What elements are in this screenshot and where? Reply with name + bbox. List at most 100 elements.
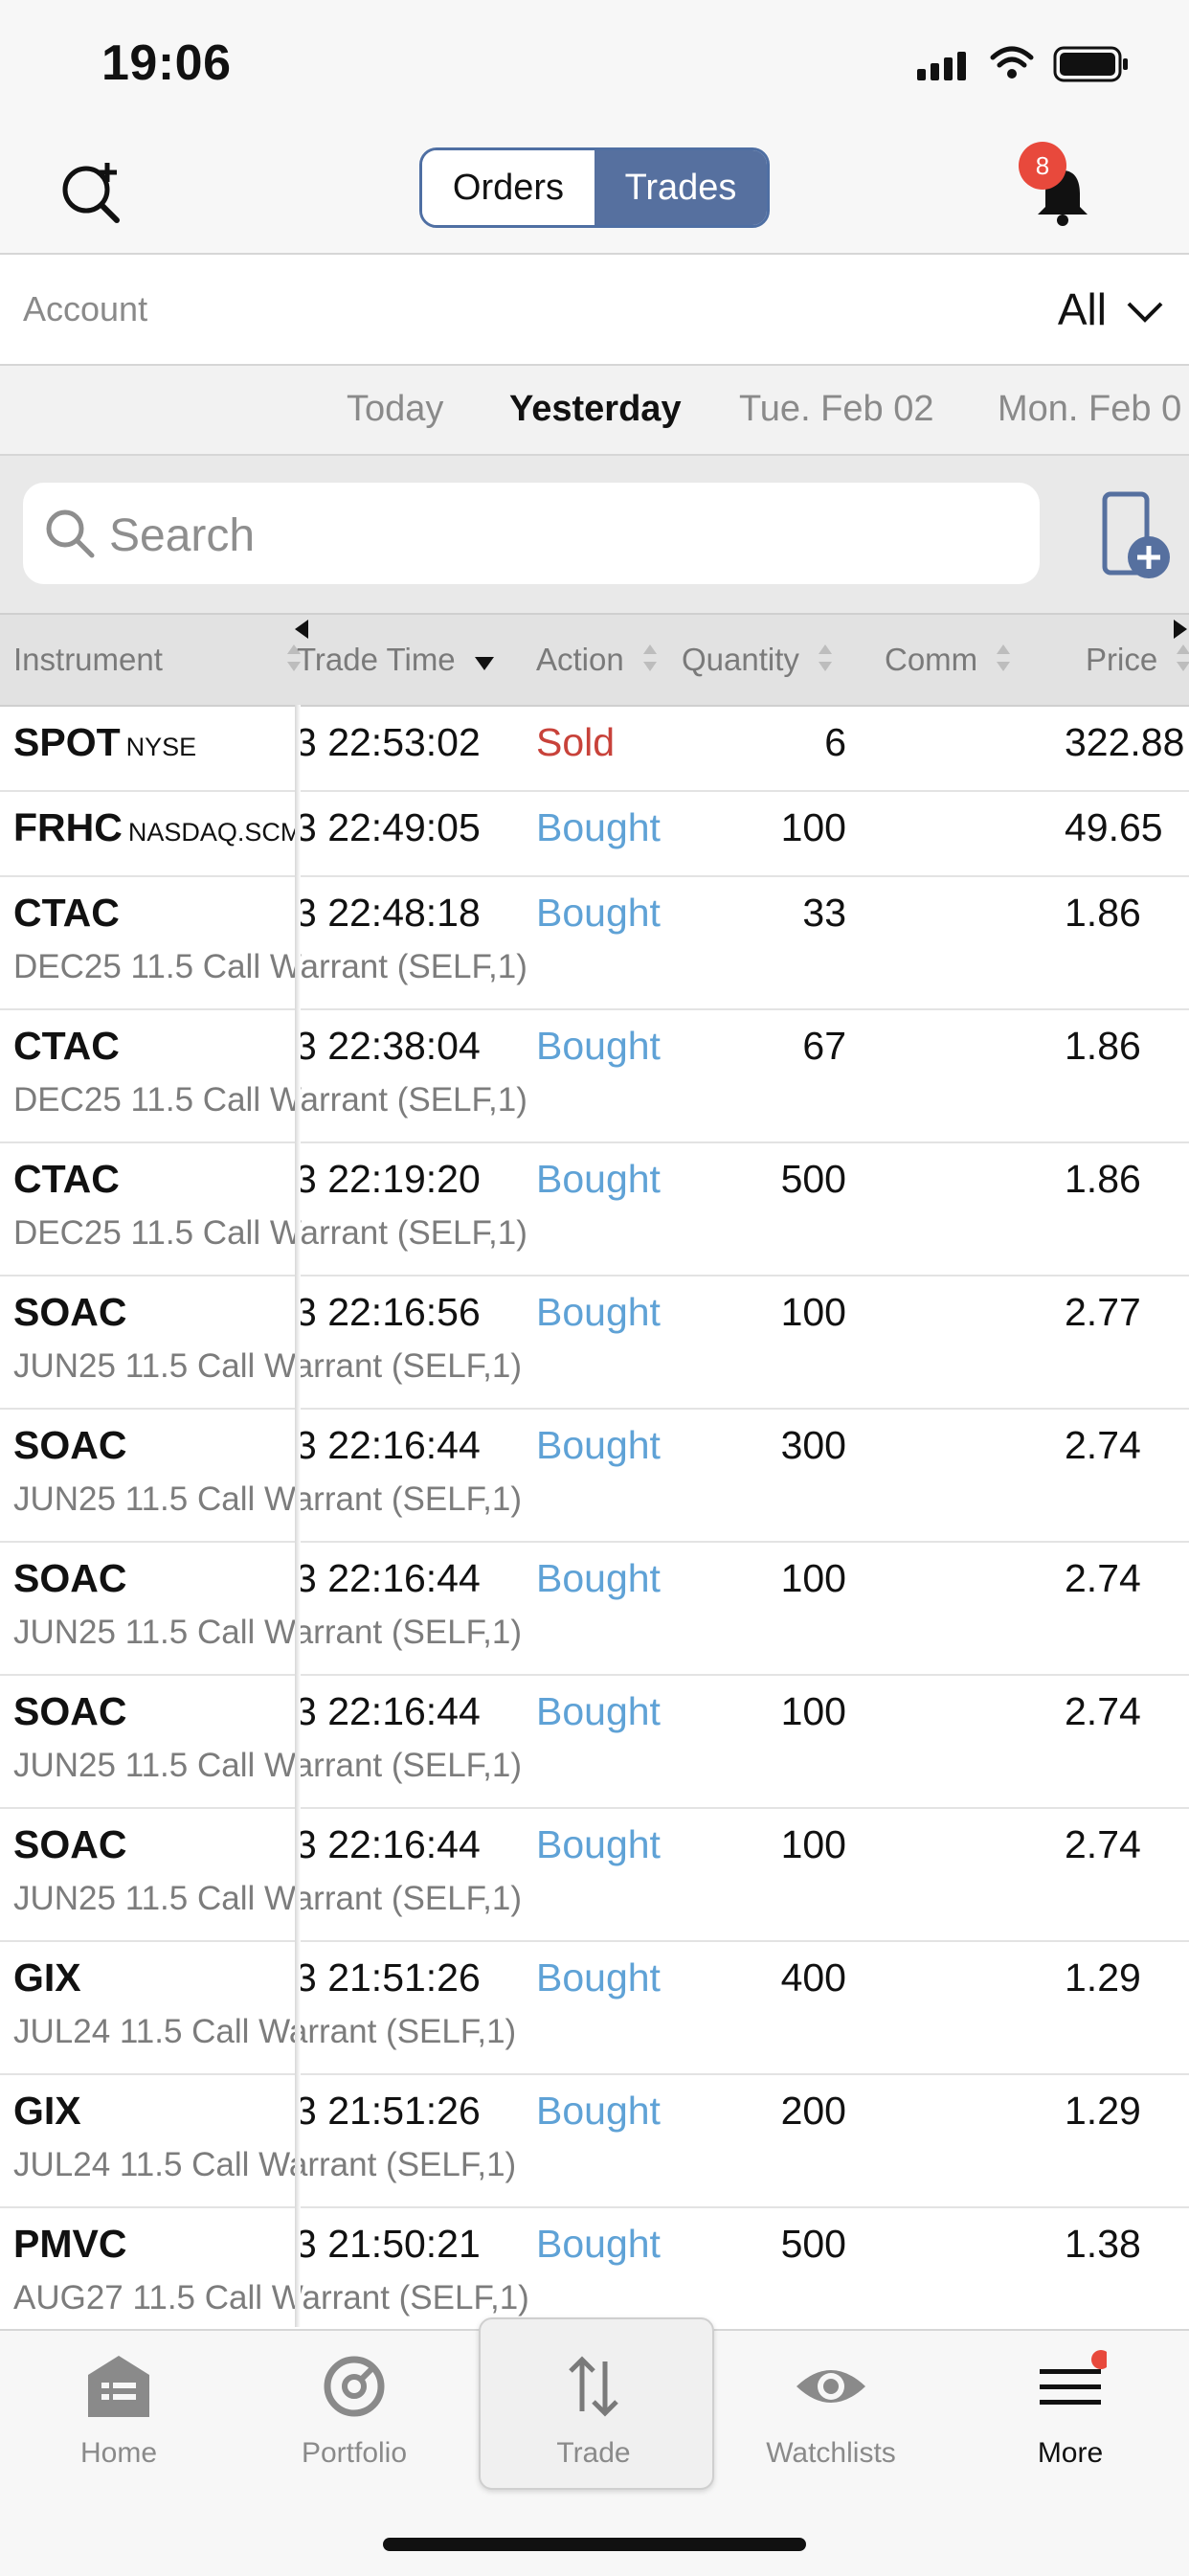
tab-trade[interactable]: Trade (498, 2350, 689, 2470)
date-tab-today[interactable]: Today (347, 389, 443, 430)
symbol-text: SPOT (13, 720, 121, 764)
trades-tab[interactable]: Trades (594, 150, 767, 225)
col-instrument[interactable]: Instrument (13, 642, 302, 681)
search-input[interactable]: Search (23, 483, 1040, 584)
instrument-description: DEC25 11.5 Call Warrant (SELF,1) (13, 1214, 527, 1252)
trade-row[interactable]: SOAC JUN25 11.5 Call Warrant (SELF,1) 3 22… (0, 1809, 1189, 1942)
trade-price: 1.86 (1065, 1157, 1141, 1201)
trade-row[interactable]: FRHC NASDAQ.SCM 3 22:49:05 Bought 100 49.65 (0, 792, 1189, 877)
top-header: Orders Trades (0, 130, 1189, 255)
home-indicator (383, 2538, 806, 2551)
trade-quantity: 100 (780, 805, 846, 849)
date-tab-yesterday[interactable]: Yesterday (509, 389, 682, 430)
trade-price: 2.74 (1065, 1556, 1141, 1600)
trade-quantity: 500 (780, 1157, 846, 1201)
symbol-text: GIX (13, 2089, 81, 2133)
status-time: 19:06 (101, 35, 232, 91)
col-trade-time[interactable]: Trade Time (297, 642, 495, 680)
trade-quantity: 100 (780, 1556, 846, 1600)
account-selector[interactable]: Account All (0, 255, 1189, 366)
tab-watchlists[interactable]: Watchlists (735, 2350, 927, 2470)
trade-time: 3 22:49:05 (295, 805, 481, 849)
home-icon (82, 2356, 155, 2427)
trade-time: 3 21:51:26 (295, 1955, 481, 2000)
trade-row[interactable]: SOAC JUN25 11.5 Call Warrant (SELF,1) 3 22… (0, 1277, 1189, 1410)
instrument-symbol: GIX (13, 1955, 81, 2000)
orders-trades-toggle[interactable]: Orders Trades (419, 147, 770, 228)
trade-quantity: 33 (802, 891, 846, 935)
col-trade-time-label: Trade Time (297, 642, 456, 677)
trade-price: 2.74 (1065, 1423, 1141, 1467)
tab-portfolio[interactable]: Portfolio (258, 2350, 450, 2470)
trade-quantity: 500 (780, 2222, 846, 2266)
tab-more[interactable]: More (975, 2350, 1166, 2470)
trade-quantity: 6 (824, 720, 846, 764)
trade-action: Sold (536, 720, 616, 764)
symbol-text: SOAC (13, 1423, 127, 1467)
trade-quantity: 200 (780, 2089, 846, 2133)
trade-row[interactable]: CTAC DEC25 11.5 Call Warrant (SELF,1) 3 22… (0, 877, 1189, 1010)
trade-action: Bought (536, 1024, 661, 1068)
instrument-description: JUN25 11.5 Call Warrant (SELF,1) (13, 1480, 523, 1518)
trade-time: 3 22:53:02 (295, 720, 481, 764)
trade-row[interactable]: CTAC DEC25 11.5 Call Warrant (SELF,1) 3 22… (0, 1143, 1189, 1277)
trade-price: 2.77 (1065, 1290, 1141, 1334)
col-action[interactable]: Action (536, 642, 658, 681)
add-device-icon[interactable] (1101, 490, 1174, 587)
symbol-text: PMVC (13, 2222, 127, 2266)
symbol-text: CTAC (13, 1024, 120, 1068)
instrument-symbol: FRHC NASDAQ.SCM (13, 805, 302, 850)
trade-row[interactable]: SOAC JUN25 11.5 Call Warrant (SELF,1) 3 22… (0, 1676, 1189, 1809)
trade-time: 3 22:19:20 (295, 1157, 481, 1201)
account-value[interactable]: All (1058, 283, 1164, 335)
trade-row[interactable]: GIX JUL24 11.5 Call Warrant (SELF,1) 3 21:… (0, 1942, 1189, 2075)
trade-row[interactable]: CTAC DEC25 11.5 Call Warrant (SELF,1) 3 22… (0, 1010, 1189, 1143)
col-comm[interactable]: Comm (885, 642, 1011, 681)
tab-home[interactable]: Home (23, 2350, 214, 2470)
trade-quantity: 100 (780, 1290, 846, 1334)
chevron-down-icon (1126, 283, 1164, 335)
trade-price: 1.86 (1065, 891, 1141, 935)
trade-time: 3 22:38:04 (295, 1024, 481, 1068)
trade-time: 3 22:48:18 (295, 891, 481, 935)
orders-tab[interactable]: Orders (422, 150, 594, 225)
instrument-description: JUN25 11.5 Call Warrant (SELF,1) (13, 1880, 523, 1917)
trade-time: 3 22:16:56 (295, 1290, 481, 1334)
tab-trade-label: Trade (556, 2437, 631, 2469)
trade-time: 3 21:50:21 (295, 2222, 481, 2266)
scroll-left-icon[interactable] (293, 619, 310, 644)
portfolio-icon (318, 2356, 391, 2427)
trade-action: Bought (536, 805, 661, 849)
column-header-row: Instrument Trade Time Action Quantity Co… (0, 613, 1189, 707)
col-price[interactable]: Price (1086, 642, 1189, 681)
trade-row[interactable]: GIX JUL24 11.5 Call Warrant (SELF,1) 3 21:… (0, 2075, 1189, 2208)
date-tab-feb01[interactable]: Mon. Feb 0 (998, 389, 1181, 430)
add-search-icon[interactable] (57, 157, 126, 231)
tab-watchlists-label: Watchlists (766, 2437, 896, 2469)
search-icon (44, 508, 96, 564)
instrument-symbol: SOAC (13, 1689, 126, 1734)
instrument-description: JUN25 11.5 Call Warrant (SELF,1) (13, 1747, 523, 1784)
exchange-text: NASDAQ.SCM (127, 818, 303, 847)
trade-quantity: 67 (802, 1024, 846, 1068)
scroll-right-icon[interactable] (1172, 619, 1189, 644)
trade-price: 1.38 (1065, 2222, 1141, 2266)
trade-action: Bought (536, 891, 661, 935)
symbol-text: SOAC (13, 1556, 127, 1600)
trade-action: Bought (536, 1822, 661, 1866)
date-tab-feb02[interactable]: Tue. Feb 02 (739, 389, 934, 430)
trade-row[interactable]: SOAC JUN25 11.5 Call Warrant (SELF,1) 3 22… (0, 1543, 1189, 1676)
trade-time: 3 22:16:44 (295, 1423, 481, 1467)
symbol-text: CTAC (13, 1157, 120, 1201)
trade-time: 3 22:16:44 (295, 1556, 481, 1600)
sort-icon (818, 643, 833, 681)
trade-row[interactable]: SPOT NYSE 3 22:53:02 Sold 6 322.88 (0, 707, 1189, 792)
col-instrument-label: Instrument (13, 642, 163, 677)
trade-quantity: 100 (780, 1822, 846, 1866)
trade-time: 3 22:16:44 (295, 1689, 481, 1733)
instrument-symbol: CTAC (13, 1157, 120, 1202)
col-price-label: Price (1086, 642, 1158, 677)
instrument-symbol: SOAC (13, 1423, 126, 1468)
trade-row[interactable]: SOAC JUN25 11.5 Call Warrant (SELF,1) 3 22… (0, 1410, 1189, 1543)
col-quantity[interactable]: Quantity (682, 642, 833, 681)
